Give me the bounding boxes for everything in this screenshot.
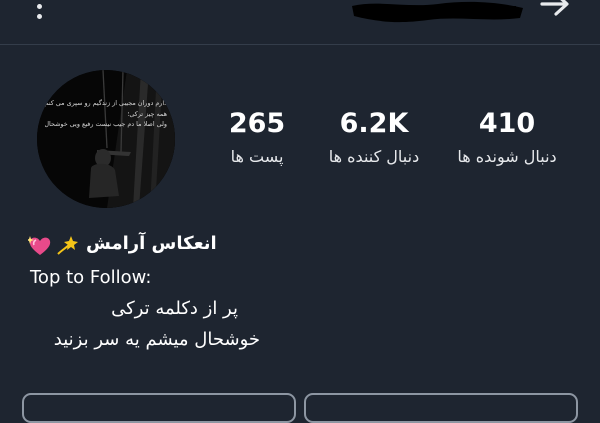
posts-stat[interactable]: 265 پست ها xyxy=(192,108,322,168)
posts-label: پست ها xyxy=(230,147,284,166)
bio: Top to Follow: پر از دکلمه ترکی خوشحال م… xyxy=(24,262,344,355)
avatar-image xyxy=(37,70,175,208)
posts-count: 265 xyxy=(228,108,286,139)
action-button-left[interactable] xyxy=(22,393,296,423)
profile-avatar[interactable]: دارم دوران مجیبی از زندگیم رو سپری می کن… xyxy=(37,70,175,208)
following-label: دنبال شونده ها xyxy=(457,147,557,166)
avatar-caption: دارم دوران مجیبی از زندگیم رو سپری می کن… xyxy=(45,98,167,130)
avatar-caption-line: ولی اصلا ما دم جیب نیست رفیع ویی خوشحال … xyxy=(45,120,167,128)
display-name: انعکاس آرامش xyxy=(86,233,217,254)
followers-count: 6.2K xyxy=(339,108,409,139)
more-vertical-icon[interactable] xyxy=(32,0,48,20)
header-divider xyxy=(0,44,600,45)
dizzy-star-icon xyxy=(57,236,78,255)
redacted-username xyxy=(352,1,523,23)
display-name-row: انعکاس آرامش xyxy=(26,232,266,260)
arrow-right-icon[interactable] xyxy=(538,0,572,22)
following-stat[interactable]: 410 دنبال شونده ها xyxy=(442,108,572,168)
sparkling-heart-icon xyxy=(28,236,51,255)
bio-line: Top to Follow: xyxy=(30,267,152,288)
following-count: 410 xyxy=(478,108,536,139)
followers-label: دنبال کننده ها xyxy=(328,147,420,166)
action-button-right[interactable] xyxy=(304,393,578,423)
avatar-caption-line: دارم دوران مجیبی از زندگیم رو سپری می کن… xyxy=(45,99,167,107)
avatar-caption-line: همه چیز ترکی؛ xyxy=(127,109,167,118)
followers-stat[interactable]: 6.2K دنبال کننده ها xyxy=(309,108,439,168)
bio-line: خوشحال میشم یه سر بزنید xyxy=(53,329,260,350)
bio-line: پر از دکلمه ترکی xyxy=(111,298,238,319)
top-bar xyxy=(0,0,600,23)
